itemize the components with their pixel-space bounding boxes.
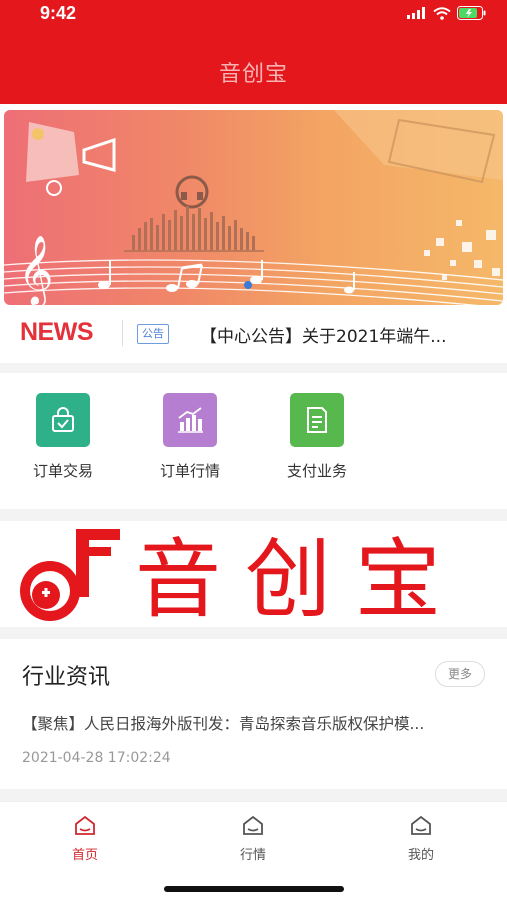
section-title: 行业资讯 — [22, 665, 111, 690]
home-indicator — [164, 886, 344, 892]
tab-label: 首页 — [71, 848, 98, 863]
news-headline[interactable]: 【中心公告】关于2021年端午... — [200, 322, 446, 347]
menu-item-order-market[interactable]: 订单行情 — [135, 393, 245, 481]
bottom-tab-bar: 首页 行情 我的 — [0, 801, 507, 900]
tab-label: 行情 — [239, 848, 266, 863]
news-ticker[interactable]: NEWS 公告 【中心公告】关于2021年端午... — [0, 305, 507, 363]
home-icon — [411, 815, 431, 835]
quick-menu: 订单交易 订单行情 支付业务 — [0, 373, 507, 509]
news-logo: NEWS — [20, 318, 94, 346]
section-gap — [0, 627, 507, 639]
menu-label: 订单行情 — [159, 462, 220, 480]
brand-text: 音创宝 — [135, 530, 465, 627]
signal-icon — [407, 7, 425, 19]
menu-item-payment[interactable]: 支付业务 — [262, 393, 372, 481]
section-gap — [0, 789, 507, 801]
menu-label: 支付业务 — [286, 462, 347, 480]
home-icon — [243, 815, 263, 835]
tab-home[interactable]: 首页 — [45, 814, 125, 863]
divider — [122, 320, 123, 346]
battery-icon — [457, 6, 486, 20]
bar-chart-trend-icon — [163, 393, 217, 447]
svg-text:𝄞: 𝄞 — [18, 235, 53, 305]
shopping-bag-check-icon — [36, 393, 90, 447]
music-illustration: 𝄞 — [4, 110, 503, 305]
notice-tag: 公告 — [137, 324, 169, 344]
brand-logo: 音创宝 — [20, 529, 465, 630]
brand-banner[interactable]: 音创宝 — [0, 521, 507, 630]
app-header: 9:42 音创宝 — [0, 0, 507, 104]
menu-label: 订单交易 — [32, 462, 93, 480]
article-title[interactable]: 【聚焦】人民日报海外版刊发：青岛探索音乐版权保护模... — [22, 712, 424, 734]
hero-banner[interactable]: 𝄞 — [4, 110, 503, 305]
tab-label: 我的 — [407, 848, 434, 863]
status-icons — [407, 6, 487, 20]
section-gap — [0, 509, 507, 521]
section-gap — [0, 363, 507, 373]
status-time: 9:42 — [40, 3, 77, 23]
document-icon — [290, 393, 344, 447]
home-icon — [75, 815, 95, 835]
wifi-icon — [433, 6, 451, 20]
tab-profile[interactable]: 我的 — [381, 814, 461, 863]
app-title: 音创宝 — [218, 62, 288, 87]
article-date: 2021-04-28 17:02:24 — [22, 750, 171, 766]
menu-item-order-trade[interactable]: 订单交易 — [8, 393, 118, 481]
tab-market[interactable]: 行情 — [213, 814, 293, 863]
industry-news-section: 行业资讯 更多 【聚焦】人民日报海外版刊发：青岛探索音乐版权保护模... 202… — [0, 639, 507, 789]
more-button[interactable]: 更多 — [435, 661, 485, 687]
